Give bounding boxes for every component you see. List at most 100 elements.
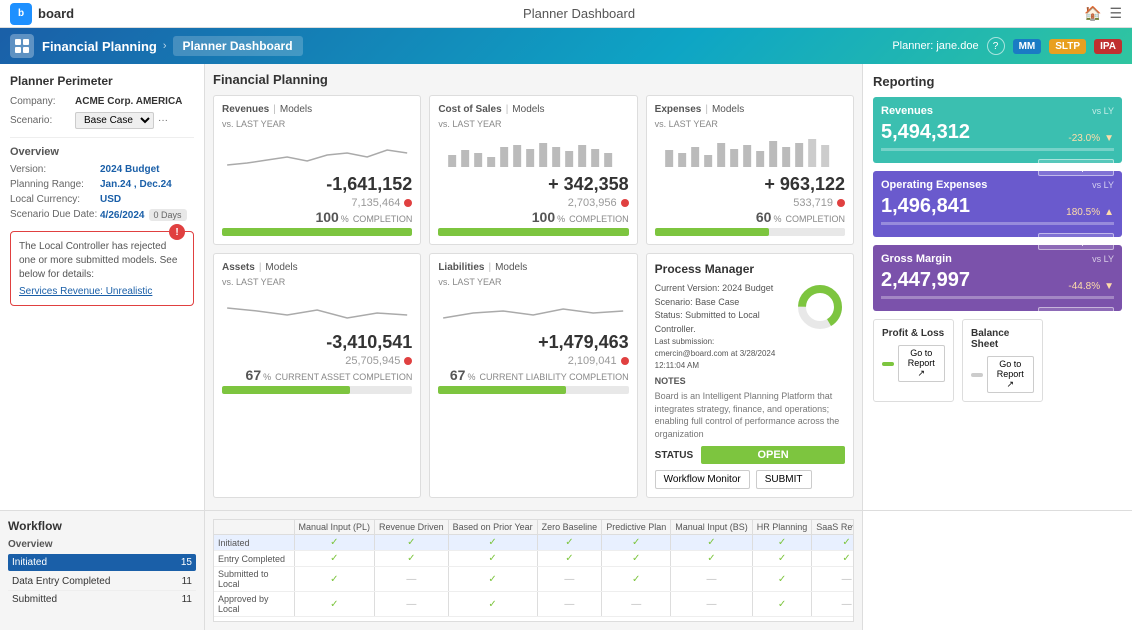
- liabilities-completion: 67 % CURRENT LIABILITY COMPLETION: [438, 367, 628, 383]
- profit-loss-go-button[interactable]: Go to Report ↗: [898, 345, 945, 382]
- nav-arrow: ›: [163, 40, 167, 52]
- submitted-label: Submitted: [12, 594, 57, 605]
- data-entry-label: Data Entry Completed: [12, 576, 110, 587]
- assets-progress-bg: [222, 386, 412, 394]
- reporting-opex-vs: vs LY: [1092, 180, 1114, 190]
- cost-of-sales-card: Cost of Sales | Models vs. LAST YEAR: [429, 95, 637, 245]
- liabilities-card: Liabilities | Models vs. LAST YEAR +1,47…: [429, 253, 637, 498]
- col-zero-baseline: Zero Baseline: [537, 520, 602, 535]
- process-manager-card: Process Manager Current Version: 2024 Bu…: [646, 253, 854, 498]
- expenses-header: Expenses | Models: [655, 104, 845, 115]
- workflow-data-entry-row[interactable]: Data Entry Completed 11: [8, 573, 196, 591]
- due-date-row: Scenario Due Date: 4/26/2024 0 Days: [10, 209, 194, 221]
- col-saas-revenue: SaaS Revenue: [812, 520, 854, 535]
- gm-go-report-button[interactable]: Go to Report ↗: [1038, 307, 1114, 324]
- revenues-completion: 100 % COMPLETION: [222, 209, 412, 225]
- planning-range-row: Planning Range: Jan.24 , Dec.24: [10, 179, 194, 190]
- nav-app-icon: [10, 34, 34, 58]
- balance-sheet-title: Balance Sheet: [971, 328, 1034, 350]
- company-row: Company: ACME Corp. AMERICA: [10, 96, 194, 107]
- liabilities-progress-bg: [438, 386, 628, 394]
- revenues-progress-fill: [222, 228, 412, 236]
- help-button[interactable]: ?: [987, 37, 1005, 55]
- expenses-sparkline: [655, 135, 845, 170]
- workflow-table-header: Manual Input (PL) Revenue Driven Based o…: [214, 520, 854, 535]
- expenses-completion: 60 % COMPLETION: [655, 209, 845, 225]
- reporting-gm-name: Gross Margin: [881, 253, 952, 265]
- workflow-left-panel: Workflow Overview Initiated 15 Data Entr…: [0, 511, 205, 630]
- cos-red-dot: [621, 199, 629, 207]
- financial-planning-title: Financial Planning: [213, 72, 854, 87]
- status-label: STATUS: [655, 450, 694, 461]
- overview-label: Overview: [10, 146, 194, 158]
- liabilities-header: Liabilities | Models: [438, 262, 628, 273]
- reporting-title: Reporting: [873, 74, 1122, 89]
- reporting-bottom: Profit & Loss Go to Report ↗ Balance She…: [873, 319, 1038, 402]
- revenues-change: -1,641,152: [222, 174, 412, 195]
- reporting-gm-change: -44.8% ▼: [1068, 281, 1114, 292]
- initiated-label: Initiated: [12, 557, 47, 568]
- scenario-select[interactable]: Base Case: [75, 112, 154, 129]
- row-entry-completed: Entry Completed ✓ ✓ ✓ ✓ ✓ ✓ ✓ ✓ — ✓ ✓ ✓ …: [214, 551, 854, 567]
- row-submitted-label: Submitted to Local: [214, 567, 294, 592]
- process-status: Status: Submitted to Local Controller.: [655, 309, 787, 336]
- workflow-initiated-row[interactable]: Initiated 15: [8, 554, 196, 571]
- workflow-title: Workflow: [8, 519, 196, 533]
- error-text: The Local Controller has rejected one or…: [19, 240, 185, 282]
- liabilities-title: Liabilities: [438, 262, 484, 273]
- home-icon[interactable]: 🏠: [1084, 5, 1101, 22]
- revenues-go-report-button[interactable]: Go to Report ↗: [1038, 159, 1114, 176]
- col-predictive-plan: Predictive Plan: [602, 520, 671, 535]
- board-logo-icon: b: [10, 3, 32, 25]
- process-manager-body: Current Version: 2024 Budget Scenario: B…: [655, 282, 845, 372]
- revenues-subtitle: Models: [280, 104, 312, 115]
- assets-sparkline: [222, 293, 412, 328]
- revenues-card: Revenues | Models vs. LAST YEAR -1,641,1…: [213, 95, 421, 245]
- process-status-row: STATUS OPEN: [655, 446, 845, 464]
- profit-loss-row: Go to Report ↗: [882, 345, 945, 382]
- kpi-cards-bottom: Assets | Models vs. LAST YEAR -3,410,541…: [213, 253, 854, 498]
- initiated-count: 15: [181, 557, 192, 568]
- liabilities-base: 2,109,041: [438, 355, 628, 367]
- liabilities-period: vs. LAST YEAR: [438, 277, 628, 287]
- nav-right-section: Planner: jane.doe ? MM SLTP IPA: [892, 37, 1122, 55]
- reporting-gm-value: 2,447,997: [881, 269, 970, 292]
- reporting-revenues-card: Revenues vs LY 5,494,312 -23.0% ▼ Go to …: [873, 97, 1122, 163]
- reporting-opex-value: 1,496,841: [881, 195, 970, 218]
- liabilities-red-dot: [621, 357, 629, 365]
- workflow-overview: Overview: [8, 539, 196, 550]
- row-initiated: Initiated ✓ ✓ ✓ ✓ ✓ ✓ ✓ ✓ ✓ ✓ ✓ ✓ ✓: [214, 535, 854, 551]
- top-bar: b board Planner Dashboard 🏠 ☰: [0, 0, 1132, 28]
- error-box: ! The Local Controller has rejected one …: [10, 231, 194, 306]
- workflow-section: Workflow Overview Initiated 15 Data Entr…: [0, 510, 1132, 630]
- opex-go-report-button[interactable]: Go to Report ↗: [1038, 233, 1114, 250]
- more-options-btn[interactable]: ···: [158, 115, 168, 126]
- nav-bar: Financial Planning › Planner Dashboard P…: [0, 28, 1132, 64]
- status-open-button[interactable]: OPEN: [701, 446, 845, 464]
- revenues-base: 7,135,464: [222, 197, 412, 209]
- submit-button[interactable]: SUBMIT: [756, 470, 812, 489]
- workflow-submitted-row[interactable]: Submitted 11: [8, 591, 196, 608]
- assets-pct: 67: [246, 367, 262, 383]
- cos-subtitle: Models: [512, 104, 544, 115]
- col-manual-input-pl: Manual Input (PL): [294, 520, 375, 535]
- planner-perimeter-title: Planner Perimeter: [10, 74, 194, 88]
- menu-icon[interactable]: ☰: [1109, 5, 1122, 22]
- balance-sheet-indicator: [971, 373, 983, 377]
- workflow-table: Manual Input (PL) Revenue Driven Based o…: [214, 520, 854, 617]
- process-manager-title: Process Manager: [655, 262, 845, 276]
- nav-page-title: Planner Dashboard: [173, 36, 303, 56]
- scenario-controls: Base Case ···: [75, 112, 168, 129]
- reporting-opex-header: Operating Expenses vs LY: [881, 179, 1114, 191]
- profit-loss-card: Profit & Loss Go to Report ↗: [873, 319, 954, 402]
- revenues-red-dot: [404, 199, 412, 207]
- workflow-monitor-button[interactable]: Workflow Monitor: [655, 470, 750, 489]
- reporting-gm-header: Gross Margin vs LY: [881, 253, 1114, 265]
- cos-sparkline: [438, 135, 628, 170]
- reporting-revenues-header: Revenues vs LY: [881, 105, 1114, 117]
- top-bar-actions: 🏠 ☰: [1084, 5, 1122, 22]
- expenses-card: Expenses | Models vs. LAST YEAR: [646, 95, 854, 245]
- revenues-pct: 100: [315, 209, 338, 225]
- process-scenario: Scenario: Base Case: [655, 296, 787, 310]
- balance-sheet-go-button[interactable]: Go to Report ↗: [987, 356, 1034, 393]
